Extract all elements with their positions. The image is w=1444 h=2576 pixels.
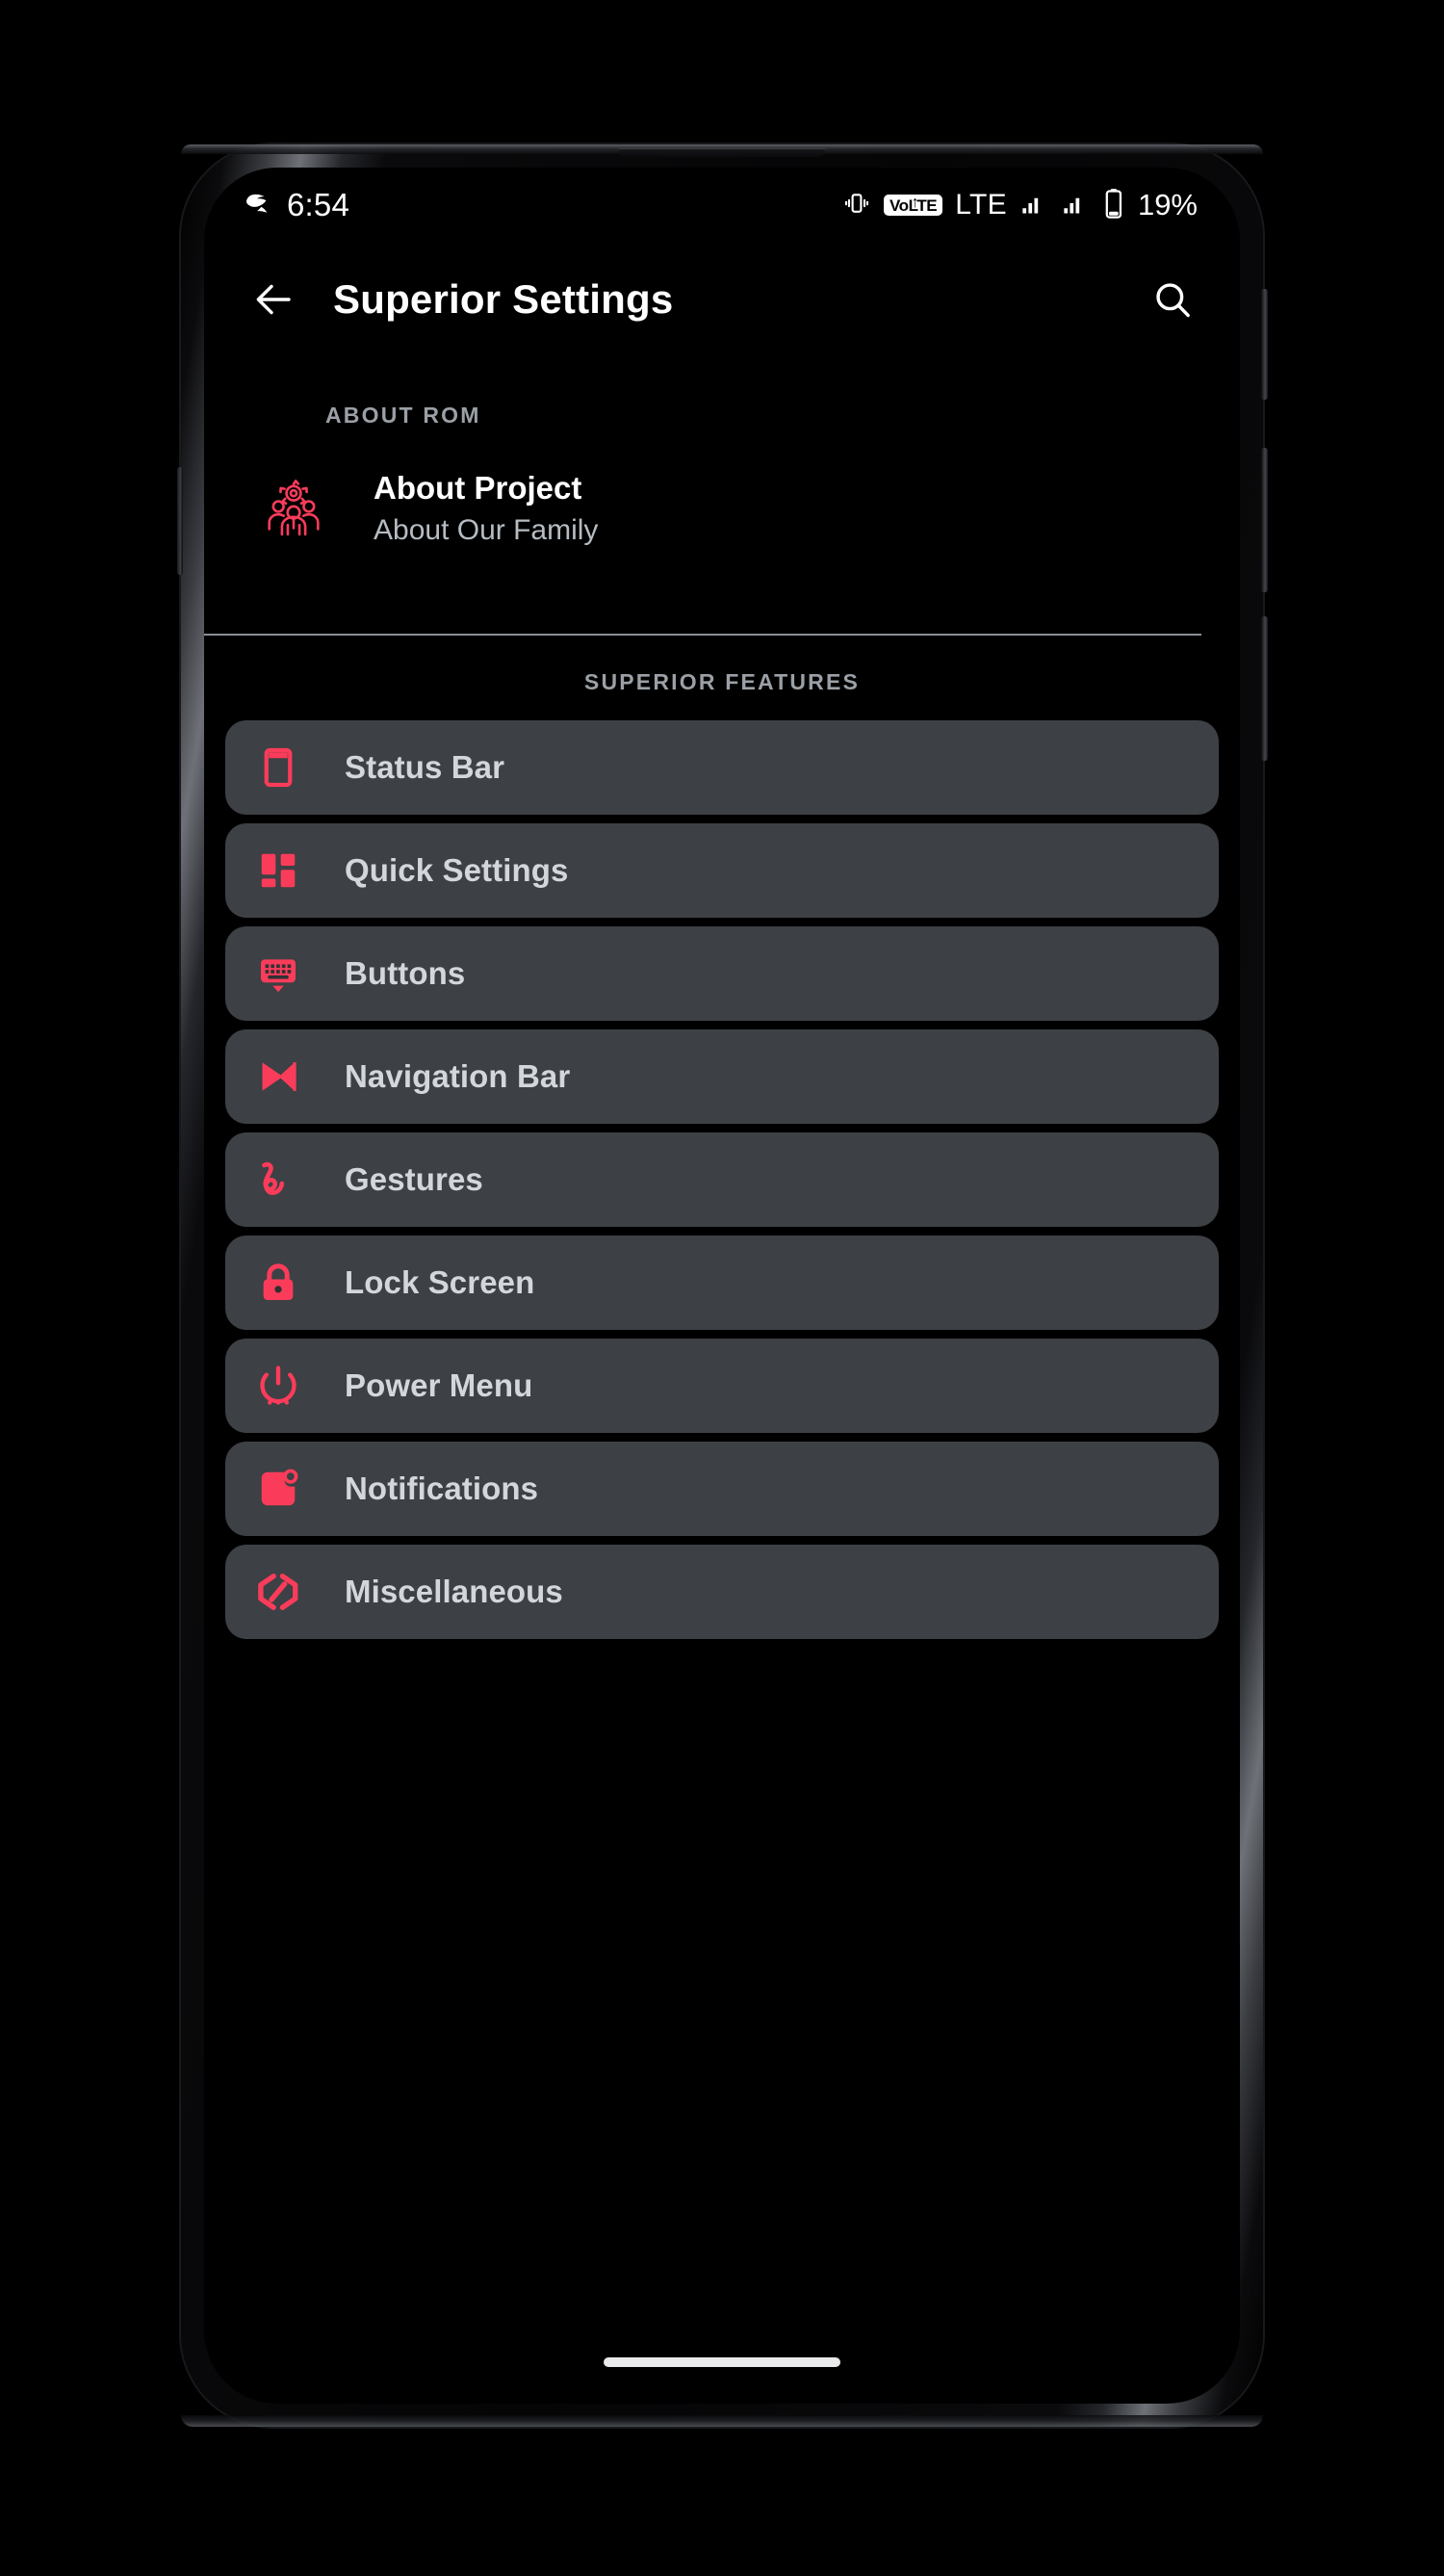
home-gesture-pill[interactable] [604, 2357, 840, 2367]
feature-item-navigation-bar[interactable]: Navigation Bar [225, 1029, 1219, 1124]
about-project-summary: About Our Family [374, 513, 599, 546]
feature-label: Buttons [345, 955, 466, 991]
app-logo-icon [243, 188, 273, 223]
status-bar: 6:54 VoLTE ↑ LTE 19% [204, 168, 1240, 243]
code-brackets-icon [252, 1569, 304, 1615]
section-header-about-rom: ABOUT ROM [325, 403, 481, 428]
signal-bars-icon [1061, 190, 1090, 221]
signal-bars-icon [1019, 190, 1048, 221]
phone-frame: 6:54 VoLTE ↑ LTE 19% Superior Settings A… [177, 144, 1268, 2427]
status-bar-clock: 6:54 [287, 187, 350, 222]
page-title: Superior Settings [333, 276, 674, 322]
feature-label: Quick Settings [345, 852, 569, 888]
lock-icon [252, 1261, 304, 1305]
feature-label: Lock Screen [345, 1264, 535, 1300]
feature-label: Miscellaneous [345, 1574, 563, 1609]
feature-item-power-menu[interactable]: Power Menu [225, 1339, 1219, 1433]
status-bar-right: VoLTE ↑ LTE 19% [842, 188, 1198, 223]
quick-settings-grid-icon [252, 848, 304, 893]
network-type-label: LTE [955, 189, 1007, 221]
phone-screen: 6:54 VoLTE ↑ LTE 19% Superior Settings A… [204, 168, 1240, 2404]
section-header-superior-features: SUPERIOR FEATURES [583, 669, 861, 694]
feature-label: Notifications [345, 1470, 539, 1506]
vibrate-icon [842, 189, 871, 222]
people-gear-icon [256, 477, 331, 540]
feature-item-miscellaneous[interactable]: Miscellaneous [225, 1545, 1219, 1639]
about-project-row[interactable]: About Project About Our Family [204, 470, 1240, 547]
feature-item-buttons[interactable]: Buttons [225, 926, 1219, 1021]
notification-badge-icon [252, 1467, 304, 1511]
section-divider [204, 634, 1201, 636]
search-button[interactable] [1146, 273, 1199, 326]
keyboard-icon [252, 951, 304, 996]
status-bar-icon [252, 745, 304, 790]
feature-item-lock-screen[interactable]: Lock Screen [225, 1236, 1219, 1330]
volume-down-button[interactable] [1261, 616, 1268, 761]
volte-badge: VoLTE ↑ [883, 195, 943, 216]
feature-label: Gestures [345, 1161, 483, 1197]
earpiece-speaker [618, 148, 826, 157]
feature-item-notifications[interactable]: Notifications [225, 1442, 1219, 1536]
volume-up-button[interactable] [1261, 448, 1268, 592]
app-toolbar: Superior Settings [204, 243, 1240, 356]
battery-percent-label: 19% [1137, 188, 1198, 221]
feature-label: Power Menu [345, 1367, 533, 1403]
volte-uparrow-icon: ↑ [911, 195, 919, 211]
feature-item-gestures[interactable]: Gestures [225, 1132, 1219, 1227]
feature-item-status-bar[interactable]: Status Bar [225, 720, 1219, 815]
power-icon [252, 1364, 304, 1408]
battery-icon [1102, 188, 1125, 223]
status-bar-left: 6:54 [243, 187, 349, 223]
settings-content: ABOUT ROM About Project About Our Family… [204, 356, 1240, 2404]
about-project-text: About Project About Our Family [374, 470, 598, 547]
gesture-squiggle-icon [252, 1158, 304, 1202]
alert-slider[interactable] [177, 467, 183, 575]
feature-label: Navigation Bar [345, 1058, 571, 1094]
feature-label: Status Bar [345, 749, 505, 785]
about-project-title: About Project [374, 470, 582, 506]
back-button[interactable] [246, 273, 300, 326]
skip-next-icon [252, 1054, 304, 1099]
power-button[interactable] [1261, 289, 1268, 400]
feature-list: Status Bar Quick Settings Buttons Naviga… [225, 720, 1219, 1648]
feature-item-quick-settings[interactable]: Quick Settings [225, 823, 1219, 918]
